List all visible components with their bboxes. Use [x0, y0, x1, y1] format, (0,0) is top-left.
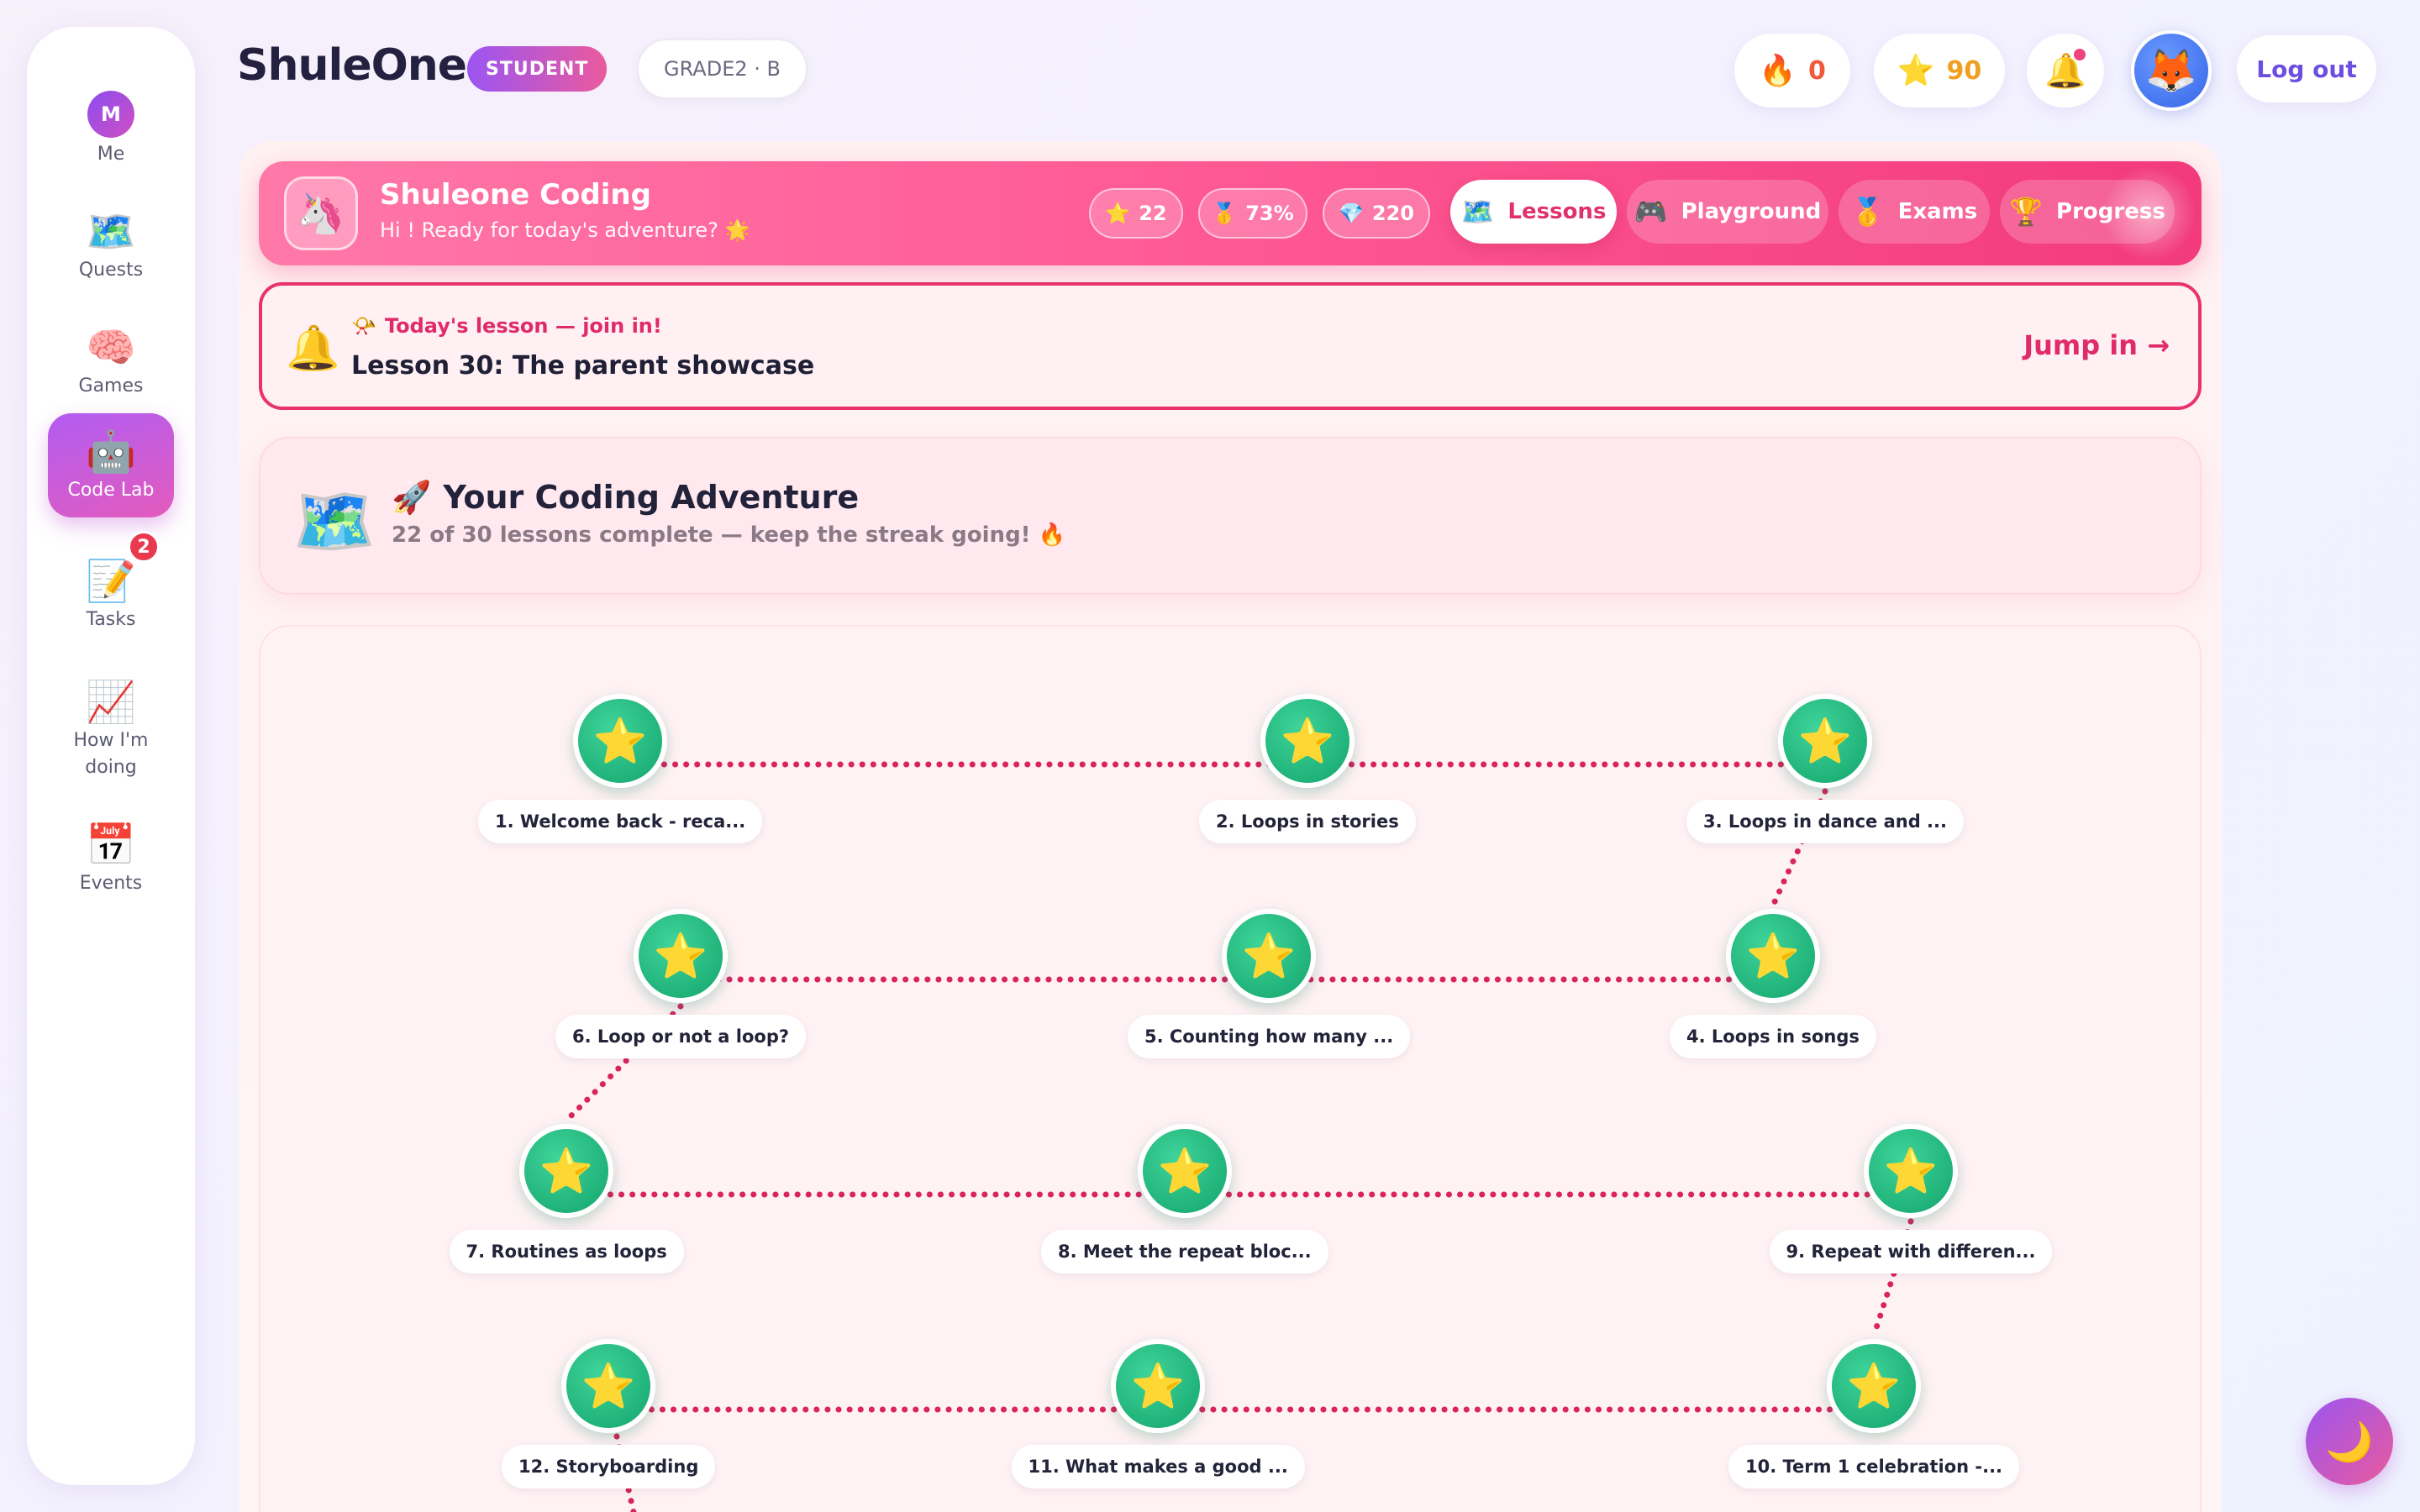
- lesson-node[interactable]: ⭐: [634, 909, 728, 1003]
- lesson-label[interactable]: 10. Term 1 celebration -...: [1728, 1445, 2020, 1488]
- lesson-label[interactable]: 5. Counting how many ...: [1128, 1015, 1411, 1058]
- map-icon: 🗺️: [1460, 196, 1495, 228]
- robot-icon: 🤖: [86, 428, 136, 475]
- sidebar-item-events[interactable]: 📅 Events: [48, 800, 174, 917]
- lesson-label[interactable]: 2. Loops in stories: [1199, 800, 1416, 843]
- lesson-node[interactable]: ⭐: [573, 694, 667, 788]
- dark-mode-toggle[interactable]: 🌙: [2306, 1398, 2393, 1485]
- lesson-node[interactable]: ⭐: [519, 1124, 613, 1218]
- sidebar-item-label: How I'm doing: [73, 730, 149, 778]
- sidebar-item-code-lab[interactable]: 🤖 Code Lab: [48, 413, 174, 517]
- sidebar-item-label: Quests: [78, 260, 144, 281]
- lesson-node[interactable]: ⭐: [1778, 694, 1872, 788]
- stars-value: 90: [1946, 55, 1982, 86]
- adventure-card: 🗺️ 🚀 Your Coding Adventure 22 of 30 lesso…: [259, 437, 2202, 595]
- stars-pill[interactable]: ⭐ 90: [1874, 34, 2005, 108]
- lesson-label[interactable]: 7. Routines as loops: [449, 1230, 684, 1273]
- fire-icon: 🔥: [1759, 54, 1797, 88]
- tab-lessons[interactable]: 🗺️ Lessons: [1450, 180, 1617, 244]
- lesson-label[interactable]: 1. Welcome back - reca...: [478, 800, 763, 843]
- lesson-label[interactable]: 8. Meet the repeat bloc...: [1041, 1230, 1328, 1273]
- unicorn-icon: 🦄: [284, 176, 358, 250]
- megaphone-icon: 📯: [351, 314, 376, 338]
- lesson-node[interactable]: ⭐: [1222, 909, 1316, 1003]
- user-avatar[interactable]: 🦊: [2131, 30, 2212, 111]
- notifications-button[interactable]: 🔔: [2027, 34, 2104, 108]
- medal-icon: 🥇: [1850, 196, 1885, 228]
- sidebar-item-label: Code Lab: [67, 480, 155, 501]
- grade-chip: GRADE2 · B: [637, 39, 808, 99]
- brand-name: ShuleOne: [237, 40, 467, 91]
- brain-icon: 🧠: [86, 324, 136, 371]
- streak-pill[interactable]: 🔥 0: [1734, 34, 1850, 108]
- chart-icon: 📈: [86, 679, 136, 726]
- role-badge: STUDENT: [467, 46, 608, 92]
- tasks-count-badge: 2: [128, 531, 160, 563]
- sidebar-item-label: Me: [97, 144, 125, 165]
- adventure-progress-text: 22 of 30 lessons complete — keep the str…: [392, 522, 1065, 548]
- map-icon: 🗺️: [292, 482, 376, 560]
- sidebar-item-quests[interactable]: 🗺️ Quests: [48, 186, 174, 304]
- jump-in-button[interactable]: Jump in →: [2023, 329, 2170, 361]
- lesson-label[interactable]: 4. Loops in songs: [1670, 1015, 1876, 1058]
- course-banner: 🦄 Shuleone Coding Hi ! Ready for today's…: [259, 161, 2202, 265]
- tab-progress[interactable]: 🏆 Progress: [2000, 180, 2175, 244]
- memo-icon: 📝: [86, 558, 136, 605]
- notification-dot: [2074, 49, 2086, 60]
- lesson-node[interactable]: ⭐: [1827, 1339, 1921, 1433]
- streak-value: 0: [1807, 55, 1826, 86]
- lesson-path: ⭐ 1. Welcome back - reca... ⭐ 2. Loops in s…: [259, 625, 2202, 1512]
- lesson-node[interactable]: ⭐: [1726, 909, 1820, 1003]
- course-greeting: Hi ! Ready for today's adventure? 🌟: [380, 218, 750, 242]
- moon-icon: 🌙: [2325, 1418, 2374, 1464]
- lesson-label[interactable]: 11. What makes a good ...: [1011, 1445, 1305, 1488]
- lesson-node[interactable]: ⭐: [1864, 1124, 1958, 1218]
- lesson-node[interactable]: ⭐: [1111, 1339, 1205, 1433]
- calendar-icon: 📅: [86, 822, 136, 869]
- logout-button[interactable]: Log out: [2237, 35, 2376, 102]
- sidebar-item-games[interactable]: 🧠 Games: [48, 302, 174, 420]
- sidebar: M Me 🗺️ Quests 🧠 Games 🤖 Code Lab 📝 Task…: [27, 27, 195, 1485]
- stat-score: 🥇 73%: [1198, 188, 1307, 239]
- lesson-node[interactable]: ⭐: [1260, 694, 1355, 788]
- lesson-label[interactable]: 3. Loops in dance and ...: [1686, 800, 1964, 843]
- lesson-label[interactable]: 6. Loop or not a loop?: [555, 1015, 807, 1058]
- me-avatar: M: [87, 91, 134, 138]
- adventure-title: 🚀 Your Coding Adventure: [392, 479, 860, 516]
- gamepad-icon: 🎮: [1634, 196, 1668, 228]
- lesson-label[interactable]: 9. Repeat with differen...: [1769, 1230, 2053, 1273]
- sidebar-item-how-im-doing[interactable]: 📈 How I'm doing: [48, 654, 174, 805]
- sidebar-item-label: Events: [79, 873, 143, 894]
- trophy-icon: 🏆: [2009, 196, 2044, 228]
- star-icon: ⭐: [1105, 202, 1131, 225]
- medal-icon: 🥇: [1212, 202, 1238, 225]
- fox-icon: 🦊: [2144, 45, 2198, 95]
- sidebar-item-me[interactable]: M Me: [48, 71, 174, 188]
- sidebar-item-label: Games: [78, 375, 144, 396]
- bell-icon: 🔔: [286, 323, 340, 374]
- tab-exams[interactable]: 🥇 Exams: [1839, 180, 1990, 244]
- todays-lesson-label: 📯 Today's lesson — join in!: [351, 314, 662, 338]
- sidebar-item-label: Tasks: [86, 609, 136, 630]
- rocket-icon: 🚀: [392, 479, 432, 516]
- stat-gems: 💎 220: [1323, 188, 1430, 239]
- map-icon: 🗺️: [86, 208, 136, 255]
- course-title: Shuleone Coding: [380, 178, 651, 212]
- gem-icon: 💎: [1339, 202, 1364, 225]
- lesson-label[interactable]: 12. Storyboarding: [502, 1445, 716, 1488]
- lesson-node[interactable]: ⭐: [1138, 1124, 1232, 1218]
- tab-playground[interactable]: 🎮 Playground: [1627, 180, 1828, 244]
- todays-lesson-title: Lesson 30: The parent showcase: [351, 351, 815, 381]
- star-icon: ⭐: [1897, 54, 1935, 88]
- todays-lesson-card[interactable]: 🔔 📯 Today's lesson — join in! Lesson 30: …: [259, 282, 2202, 410]
- stat-stars: ⭐ 22: [1089, 188, 1183, 239]
- lesson-node[interactable]: ⭐: [561, 1339, 655, 1433]
